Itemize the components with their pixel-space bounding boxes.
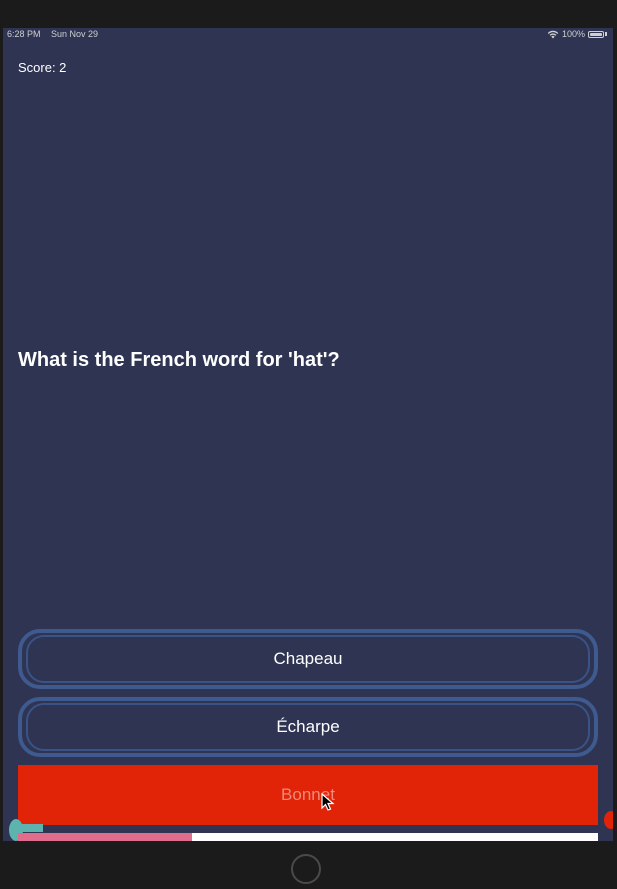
answer-label: Chapeau: [273, 649, 343, 668]
question-text: What is the French word for 'hat'?: [18, 349, 340, 371]
answer-option-echarpe[interactable]: Écharpe: [18, 697, 598, 757]
battery-tip: [605, 32, 607, 36]
answer-option-bonnet-wrong[interactable]: Bonnet: [18, 765, 598, 825]
app-screen: 6:28 PM Sun Nov 29 100% Score: 2 What is…: [3, 28, 613, 841]
mouse-cursor-icon: [321, 793, 335, 811]
timer-bar: [15, 824, 43, 832]
status-time: 6:28 PM: [7, 29, 41, 39]
score-label: Score: 2: [18, 60, 67, 75]
status-indicators: 100%: [547, 28, 607, 40]
progress-fill: [18, 833, 192, 841]
wifi-icon: [547, 30, 559, 38]
answer-option-chapeau[interactable]: Chapeau: [18, 629, 598, 689]
device-top-bezel: [0, 0, 617, 28]
battery-percent: 100%: [561, 29, 585, 39]
timer-end-indicator: [604, 811, 613, 829]
status-bar: 6:28 PM Sun Nov 29 100%: [3, 28, 613, 40]
battery-icon: [588, 30, 604, 38]
answer-label: Écharpe: [276, 717, 340, 736]
status-date: Sun Nov 29: [51, 29, 99, 39]
progress-track: [18, 833, 598, 841]
home-button[interactable]: [291, 854, 321, 884]
